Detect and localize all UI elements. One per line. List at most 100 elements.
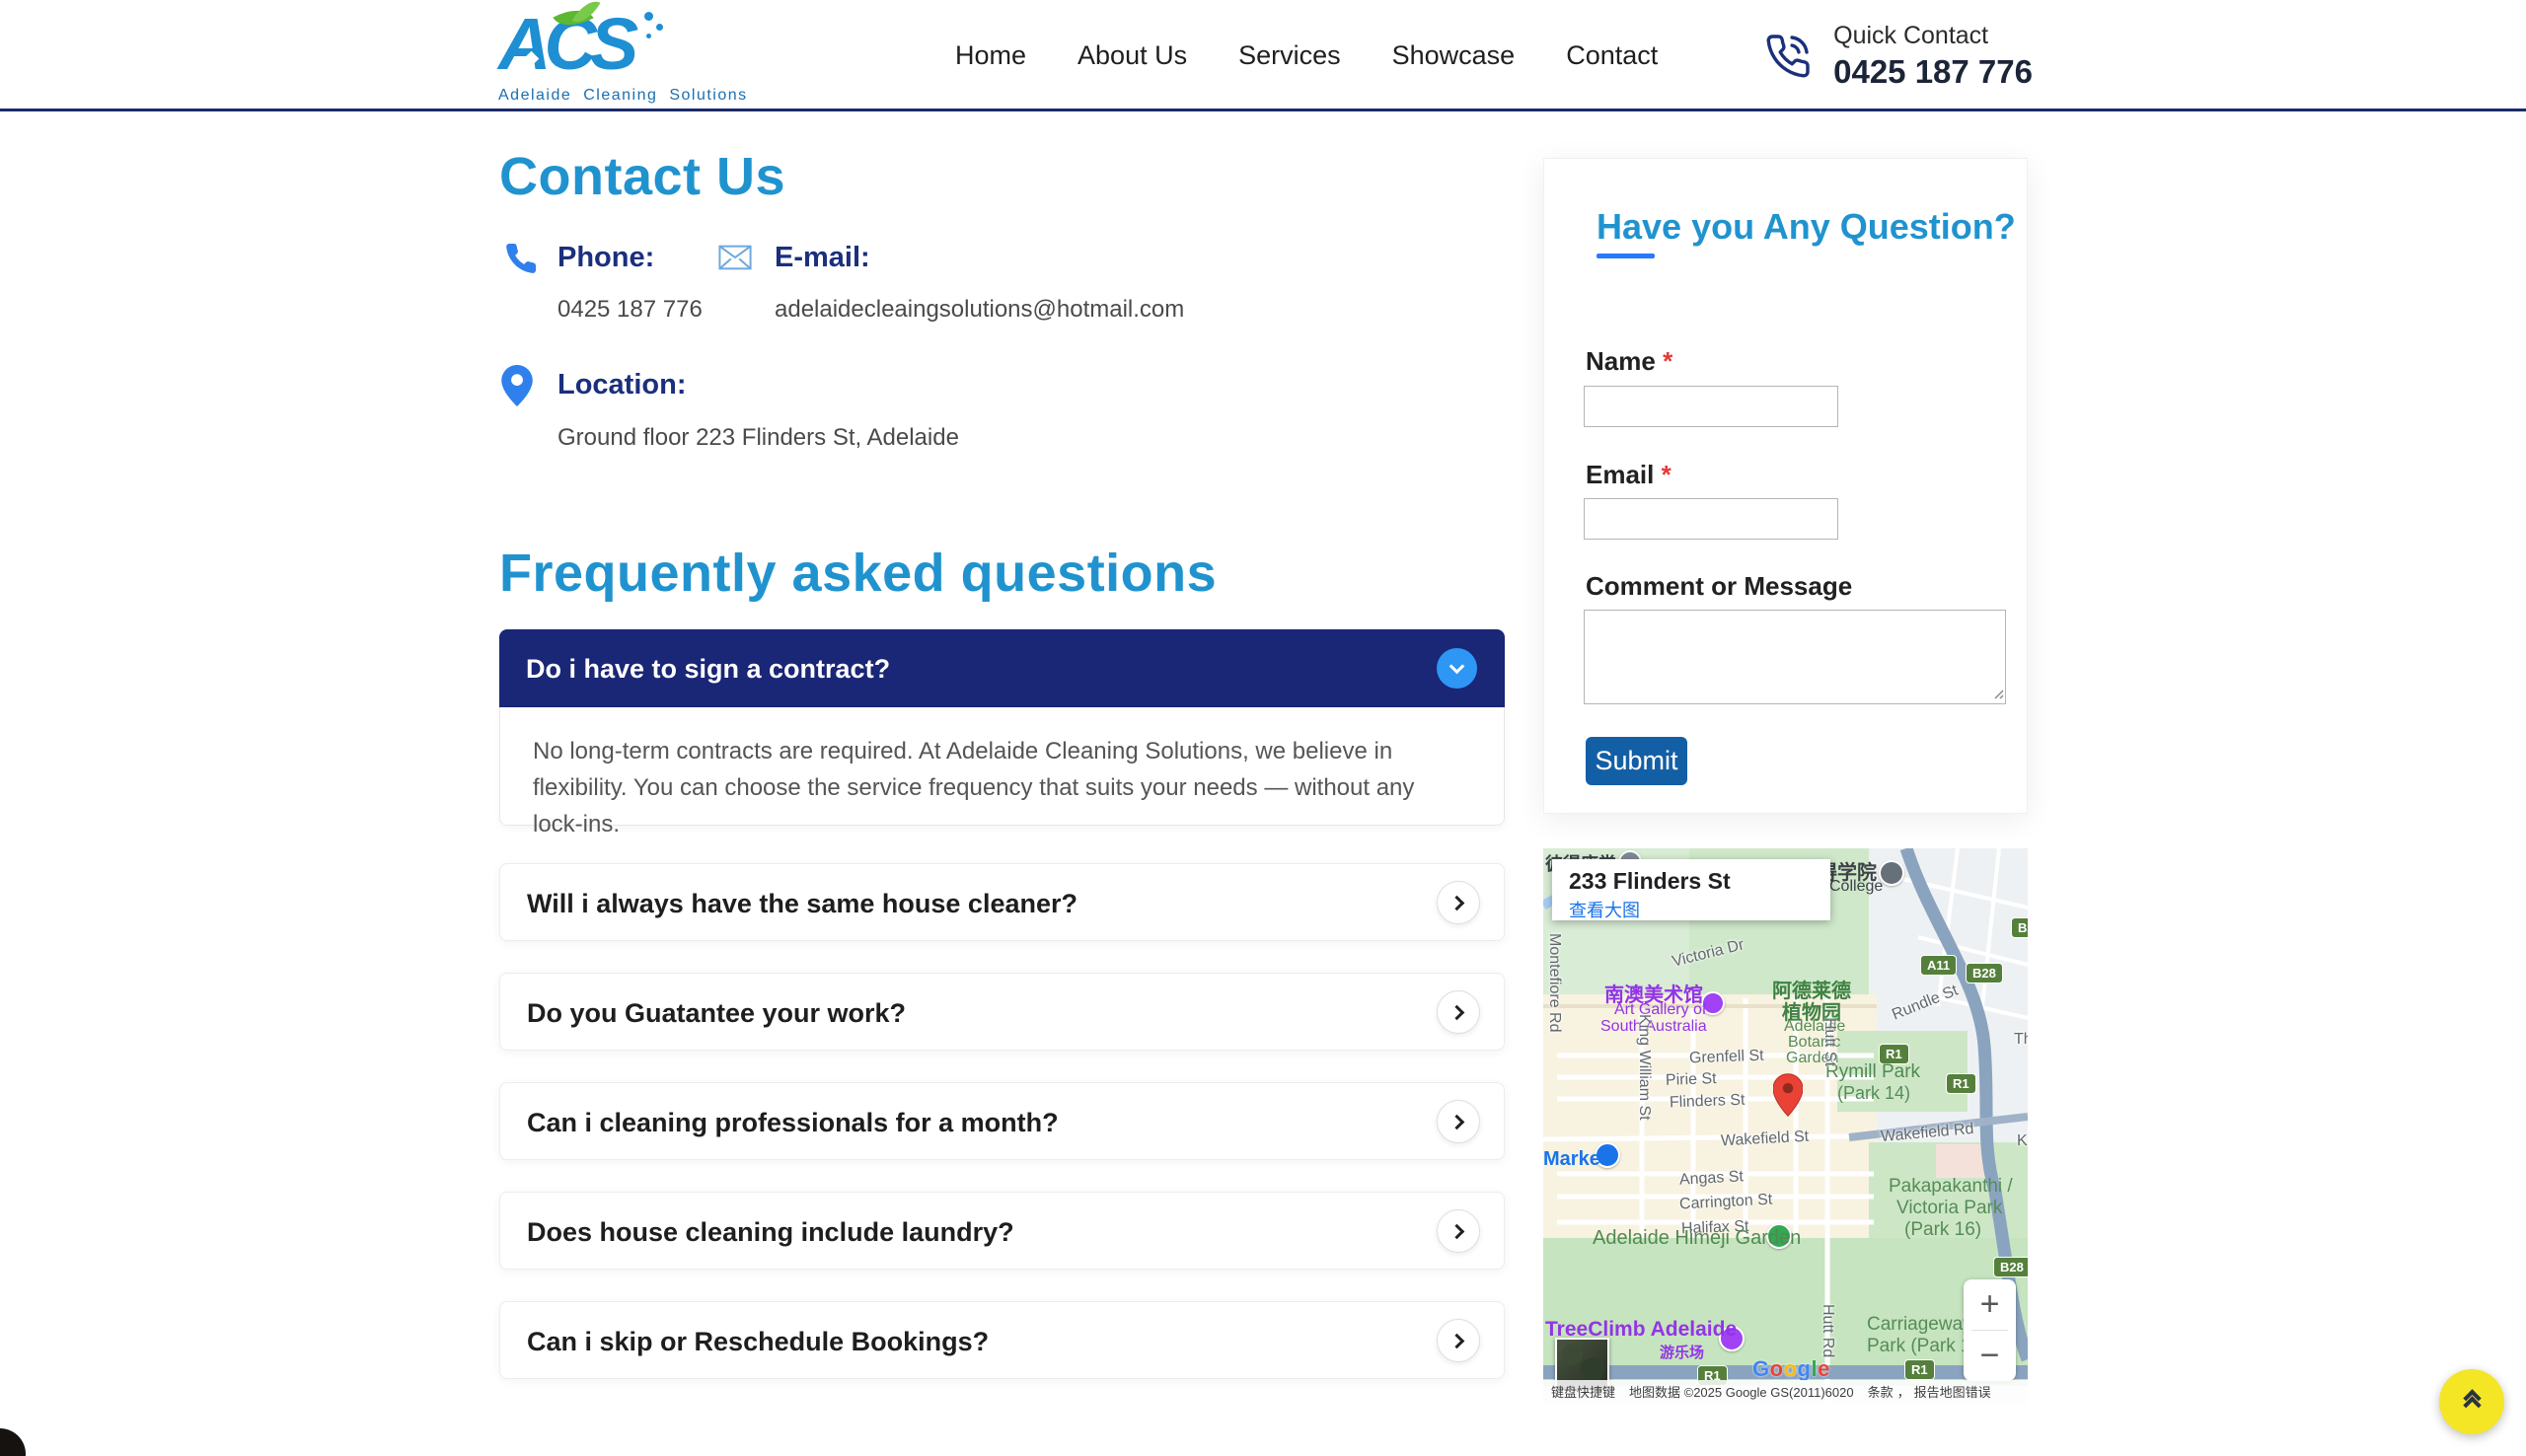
name-label: Name * — [1586, 346, 1672, 377]
faq-item[interactable]: Do you Guatantee your work? — [499, 973, 1505, 1051]
separator: ， — [1897, 1382, 1910, 1401]
quick-contact-phone[interactable]: 0425 187 776 — [1833, 53, 2033, 91]
route-badge: R1 — [1904, 1359, 1935, 1380]
map-label: 游乐场 — [1660, 1342, 1704, 1362]
faq-question: Will i always have the same house cleane… — [527, 889, 1077, 919]
nav-item-about[interactable]: About Us — [1077, 40, 1187, 71]
message-field[interactable] — [1584, 610, 2006, 704]
faq-question: Can i skip or Reschedule Bookings? — [527, 1327, 989, 1357]
map-label: Art Gallery of — [1614, 1001, 1706, 1019]
resize-grip-icon[interactable] — [1990, 686, 2004, 699]
map-attribution: 键盘快捷键 地图数据 ©2025 Google GS(2011)6020 条款 … — [1543, 1380, 2028, 1403]
route-badge: A11 — [1920, 955, 1957, 976]
map-label: Market — [1543, 1148, 1606, 1171]
route-badge: B28 — [1993, 1257, 2028, 1277]
map-info-box: 233 Flinders St 查看大图 — [1552, 859, 1830, 920]
zoom-out-button[interactable]: − — [1964, 1331, 2016, 1381]
chat-widget-corner[interactable] — [0, 1428, 26, 1456]
map-label: Hutt St — [1820, 1018, 1838, 1066]
map-label: Pakapakanthi / — [1889, 1176, 2013, 1198]
faq-item[interactable]: Does house cleaning include laundry? — [499, 1192, 1505, 1270]
zoom-in-button[interactable]: + — [1964, 1279, 2016, 1330]
map-label: College — [1829, 878, 1883, 896]
faq-title: Frequently asked questions — [499, 543, 1217, 604]
page-title: Contact Us — [499, 146, 785, 207]
chevron-down-icon[interactable] — [1437, 648, 1477, 689]
chevron-right-icon[interactable] — [1437, 990, 1480, 1034]
faq-item-expanded[interactable]: Do i have to sign a contract? — [499, 629, 1505, 707]
quick-contact-text: Quick Contact 0425 187 776 — [1833, 22, 2033, 91]
report-map-error-link[interactable]: 报告地图错误 — [1914, 1382, 1991, 1401]
chevron-right-icon[interactable] — [1437, 1209, 1480, 1253]
location-pin-icon — [501, 365, 533, 406]
location-label: Location: — [557, 369, 687, 401]
email-label: Email * — [1586, 460, 1672, 490]
email-value[interactable]: adelaidecleaingsolutions@hotmail.com — [775, 296, 1184, 324]
google-map[interactable]: 彼得座堂 得学院 College Montefiore Rd Victoria … — [1543, 848, 2028, 1403]
email-field[interactable] — [1584, 498, 1838, 540]
nav-item-contact[interactable]: Contact — [1566, 40, 1658, 71]
question-form-card: Have you Any Question? Name * Email * Co… — [1543, 158, 2028, 814]
route-badge: R1 — [1946, 1073, 1976, 1094]
required-asterisk: * — [1663, 346, 1672, 376]
faq-item[interactable]: Can i skip or Reschedule Bookings? — [499, 1301, 1505, 1379]
map-label: Montefiore Rd — [1545, 933, 1563, 1033]
site-header: ACS Adelaide Cleaning Solutions Home Abo… — [0, 0, 2526, 111]
chevron-right-icon[interactable] — [1437, 1100, 1480, 1143]
route-badge: B28 — [2011, 917, 2028, 938]
email-label: E-mail: — [775, 242, 870, 274]
phone-icon — [1764, 33, 1812, 80]
keyboard-shortcuts-link[interactable]: 键盘快捷键 — [1551, 1382, 1615, 1401]
nav-item-services[interactable]: Services — [1238, 40, 1341, 71]
location-value: Ground floor 223 Flinders St, Adelaide — [557, 424, 959, 452]
quick-contact-label: Quick Contact — [1833, 22, 2033, 50]
map-label: Adelaide Himeji Garden — [1593, 1227, 1801, 1250]
map-label: Ke — [2017, 1132, 2028, 1150]
phone-label: Phone: — [557, 242, 654, 274]
map-zoom-control: + − — [1964, 1279, 2016, 1381]
bubble-icon — [646, 34, 651, 38]
faq-question: Do i have to sign a contract? — [526, 654, 890, 685]
faq-answer-panel: No long-term contracts are required. At … — [499, 707, 1505, 826]
map-label: South Australia — [1600, 1018, 1707, 1036]
name-field[interactable] — [1584, 386, 1838, 427]
map-data-text: 地图数据 ©2025 Google GS(2011)6020 — [1629, 1382, 1854, 1401]
form-title: Have you Any Question? — [1597, 206, 2016, 248]
map-label: (Park 16) — [1904, 1219, 1981, 1241]
faq-item[interactable]: Can i cleaning professionals for a month… — [499, 1082, 1505, 1160]
terms-link[interactable]: 条款 — [1868, 1382, 1894, 1401]
faq-item[interactable]: Will i always have the same house cleane… — [499, 863, 1505, 941]
mail-icon — [718, 245, 752, 270]
scroll-to-top-button[interactable] — [2439, 1369, 2504, 1434]
faq-question: Does house cleaning include laundry? — [527, 1217, 1014, 1248]
nav-item-showcase[interactable]: Showcase — [1392, 40, 1516, 71]
title-underline — [1597, 254, 1655, 258]
brand-logo[interactable]: ACS Adelaide Cleaning Solutions — [498, 6, 686, 105]
message-label: Comment or Message — [1586, 571, 1852, 602]
logo-name: Adelaide Cleaning Solutions — [498, 87, 686, 105]
page: ACS Adelaide Cleaning Solutions Home Abo… — [0, 0, 2526, 1456]
map-label: Rymill Park — [1825, 1061, 1920, 1083]
map-label: Hutt Rd — [1819, 1304, 1836, 1357]
chevron-right-icon[interactable] — [1437, 881, 1480, 924]
map-label: Pirie St — [1666, 1070, 1717, 1090]
required-asterisk: * — [1662, 460, 1672, 489]
phone-value: 0425 187 776 — [557, 296, 703, 324]
quick-contact: Quick Contact 0425 187 776 — [1764, 22, 2033, 91]
bubble-icon — [644, 12, 653, 21]
map-marker-pin[interactable] — [1773, 1073, 1803, 1117]
view-larger-map-link[interactable]: 查看大图 — [1569, 897, 1640, 922]
google-logo[interactable]: Google — [1752, 1356, 1830, 1382]
map-label: Victoria Park — [1896, 1198, 2002, 1219]
faq-answer: No long-term contracts are required. At … — [533, 733, 1465, 842]
chevron-right-icon[interactable] — [1437, 1319, 1480, 1362]
faq-question: Can i cleaning professionals for a month… — [527, 1108, 1059, 1138]
submit-button[interactable]: Submit — [1586, 737, 1687, 785]
map-label: Flinders St — [1670, 1092, 1746, 1113]
bubble-icon — [656, 24, 663, 31]
nav-item-home[interactable]: Home — [955, 40, 1026, 71]
map-info-title: 233 Flinders St — [1569, 868, 1731, 895]
faq-question: Do you Guatantee your work? — [527, 998, 906, 1029]
main-nav: Home About Us Services Showcase Contact — [955, 0, 1658, 111]
map-label: The — [2014, 1031, 2028, 1049]
